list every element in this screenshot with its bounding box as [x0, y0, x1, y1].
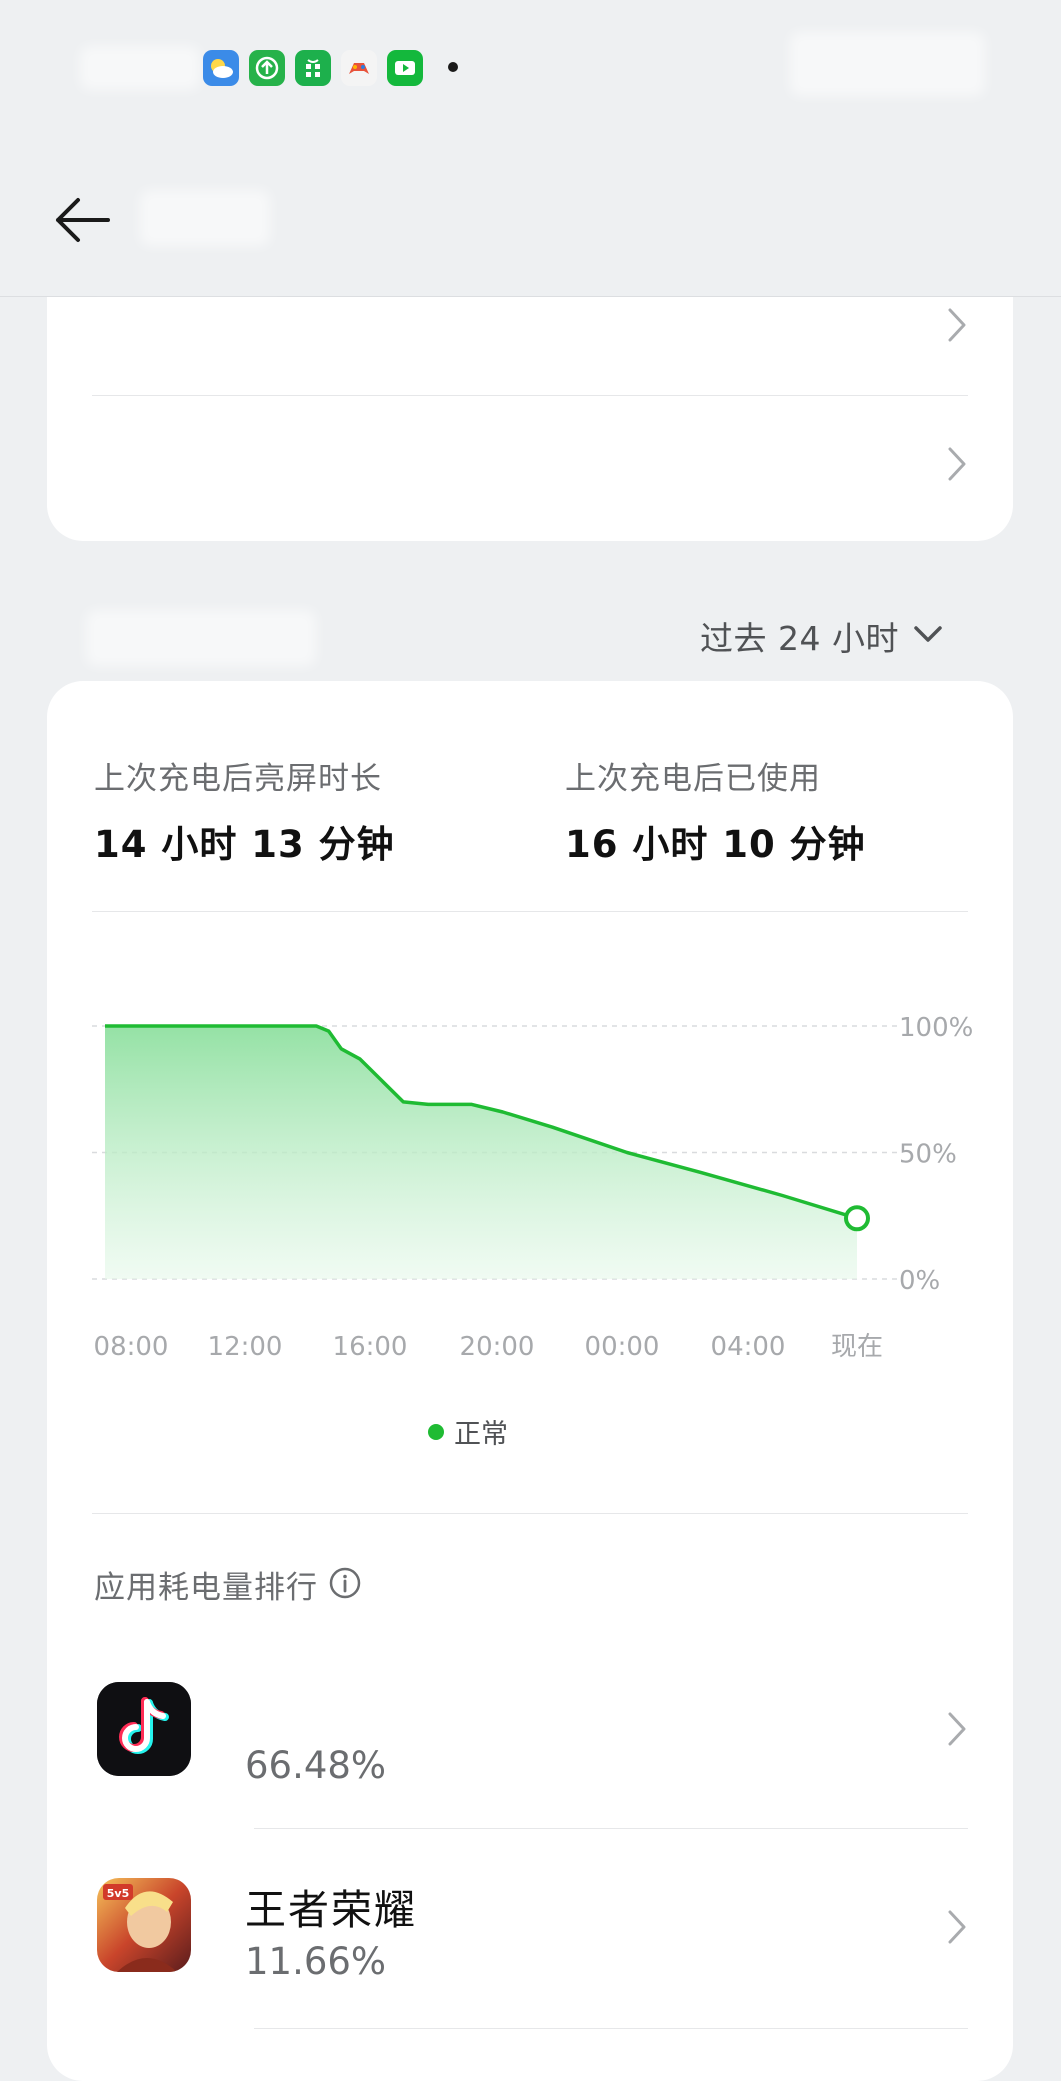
ranking-header: 应用耗电量排行 [94, 1562, 362, 1607]
app-name: 王者荣耀 [245, 1886, 417, 1934]
screen-on-value: 14 小时 13 分钟 [94, 823, 395, 866]
page-title-blurred [140, 190, 270, 246]
ranking-title: 应用耗电量排行 [94, 1570, 318, 1606]
upload-icon [249, 50, 285, 86]
x-tick-label: 12:00 [208, 1332, 283, 1362]
status-indicators-blurred [790, 32, 985, 96]
row-divider [254, 2028, 968, 2029]
settings-row[interactable] [47, 397, 1013, 527]
status-bar [0, 0, 1061, 130]
legend-label: 正常 [454, 1419, 508, 1450]
x-tick-label: 16:00 [333, 1332, 408, 1362]
app-usage-row[interactable]: 66.48% [47, 1642, 1013, 1832]
x-tick-label: 现在 [831, 1332, 883, 1362]
x-tick-label: 20:00 [460, 1332, 535, 1362]
app-percent: 11.66% [245, 1940, 387, 1983]
game-icon [341, 50, 377, 86]
chevron-right-icon [948, 308, 966, 342]
used-label: 上次充电后已使用 [565, 761, 821, 797]
battery-video-icon [387, 50, 423, 86]
info-icon[interactable] [328, 1566, 362, 1604]
chevron-right-icon [948, 1712, 966, 1746]
weather-icon [203, 50, 239, 86]
honor-of-kings-icon: 5v5 [97, 1878, 191, 1972]
legend-dot [428, 1423, 444, 1440]
chart-legend: 正常 [428, 1412, 508, 1451]
app-store-icon [295, 50, 331, 86]
svg-text:5v5: 5v5 [107, 1887, 129, 1900]
arrow-left-icon [50, 196, 114, 248]
x-tick-label: 00:00 [585, 1332, 660, 1362]
stats-divider [92, 911, 968, 912]
settings-row-label-blurred [87, 305, 287, 365]
battery-level-chart[interactable]: 100% 50% 0% 08:00 12:00 16:00 20:00 00:00 04:00 现… [47, 981, 1013, 1401]
x-tick-label: 04:00 [711, 1332, 786, 1362]
used-value: 16 小时 10 分钟 [565, 823, 866, 866]
tiktok-icon [97, 1682, 191, 1776]
current-level-marker [844, 1205, 870, 1232]
x-tick-label: 08:00 [94, 1332, 169, 1362]
back-button[interactable] [44, 190, 120, 254]
row-divider [254, 1828, 968, 1829]
y-tick-label: 0% [899, 1266, 940, 1296]
row-divider [92, 395, 968, 396]
chart-divider [92, 1513, 968, 1514]
settings-card [47, 297, 1013, 541]
y-tick-label: 50% [899, 1140, 957, 1170]
app-usage-row[interactable]: 5v5 王者荣耀 11.66% [47, 1832, 1013, 2029]
section-title-blurred [86, 610, 316, 666]
settings-row-label-blurred [87, 437, 287, 497]
period-selector[interactable]: 过去 24 小时 [700, 612, 943, 660]
y-tick-label: 100% [899, 1013, 973, 1043]
chevron-down-icon [913, 624, 943, 648]
chevron-right-icon [948, 447, 966, 481]
app-name-blurred [235, 1662, 345, 1722]
status-time-blurred [80, 46, 200, 90]
more-notifications-dot [448, 62, 458, 72]
app-percent: 66.48% [245, 1744, 387, 1787]
legend-left-blurred [83, 1411, 193, 1465]
legend-right-blurred [827, 1411, 957, 1465]
chevron-right-icon [948, 1910, 966, 1944]
period-label: 过去 24 小时 [700, 619, 899, 658]
screen-on-label: 上次充电后亮屏时长 [94, 761, 382, 797]
